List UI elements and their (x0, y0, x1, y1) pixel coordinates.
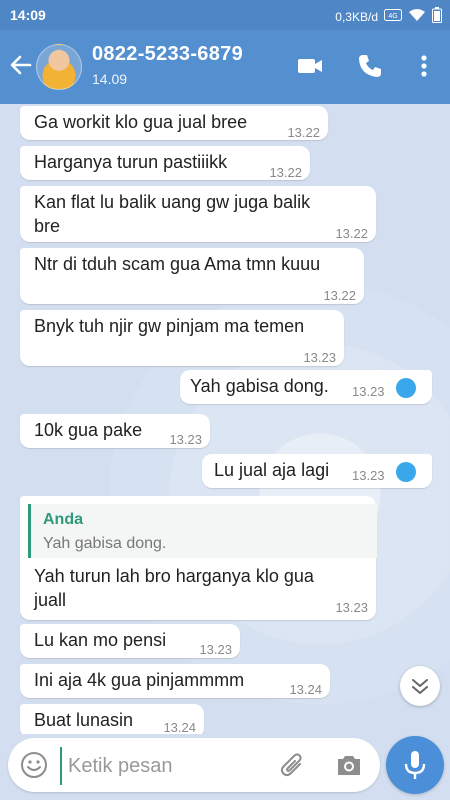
message-bubble[interactable]: Buat lunasin 13.24 (20, 704, 204, 734)
message-bubble[interactable]: Ntr di tduh scam gua Ama tmn kuuu 13.22 (20, 248, 364, 304)
phone-icon[interactable] (356, 52, 384, 80)
camera-icon[interactable] (334, 751, 364, 779)
message-time: 13.23 (352, 468, 385, 483)
status-bar: 14:09 0,3KB/d 4G (0, 0, 450, 30)
message-bubble[interactable]: Harganya turun pastiiikk 13.22 (20, 146, 310, 180)
message-time: 13.24 (289, 682, 322, 697)
battery-icon (432, 7, 442, 26)
scroll-down-button[interactable] (400, 666, 440, 706)
message-bubble[interactable]: Bnyk tuh njir gw pinjam ma temen 13.23 (20, 310, 344, 366)
message-text: Yah gabisa dong. (190, 376, 329, 396)
message-text: Buat lunasin (34, 710, 134, 730)
voice-record-button[interactable] (386, 736, 444, 794)
message-list[interactable]: Ga workit klo gua jual bree 13.22 Hargan… (0, 104, 450, 734)
message-text: Harganya turun pastiiikk (34, 152, 228, 172)
quoted-message[interactable]: Anda Yah gabisa dong. (28, 504, 377, 558)
message-time: 13.22 (323, 288, 356, 303)
microphone-icon (404, 751, 426, 779)
wifi-icon (408, 8, 426, 25)
quoted-text: Yah gabisa dong. (43, 535, 167, 552)
more-vertical-icon[interactable] (410, 52, 438, 80)
message-time: 13.23 (199, 642, 232, 657)
quoted-sender: Anda (43, 511, 83, 528)
message-bubble[interactable]: Ini aja 4k gua pinjammmm 13.24 (20, 664, 330, 698)
status-indicators: 0,3KB/d 4G (335, 7, 442, 26)
message-time: 13.22 (287, 125, 320, 140)
message-time: 13.23 (303, 350, 336, 365)
message-text: juall (34, 590, 67, 610)
message-text: Bnyk tuh njir gw pinjam ma temen (34, 316, 305, 336)
message-text: bre (34, 216, 61, 236)
message-input[interactable] (60, 747, 280, 785)
message-text: Lu jual aja lagi (214, 460, 330, 480)
message-time: 13.23 (169, 432, 202, 447)
video-call-icon[interactable] (296, 52, 324, 80)
contact-avatar[interactable] (36, 44, 82, 90)
message-bubble[interactable]: Kan flat lu balik uang gw juga balik bre… (20, 186, 376, 242)
message-bubble-reply[interactable]: Anda Yah gabisa dong. Yah turun lah bro … (20, 496, 377, 620)
message-time: 13.23 (335, 600, 368, 615)
message-time: 13.22 (335, 226, 368, 241)
read-status-icon (396, 378, 416, 398)
message-text: Lu kan mo pensi (34, 630, 167, 650)
read-status-icon (396, 462, 416, 482)
emoji-icon[interactable] (20, 751, 48, 779)
message-bubble[interactable]: Ga workit klo gua jual bree 13.22 (20, 106, 328, 140)
network-type-icon: 4G (384, 9, 402, 24)
chat-header: 0822-5233-6879 14.09 (0, 30, 450, 104)
attachment-icon[interactable] (278, 750, 308, 780)
network-type-label: 4G (388, 13, 397, 20)
message-text: 10k gua pake (34, 420, 143, 440)
message-bubble[interactable]: Lu kan mo pensi 13.23 (20, 624, 240, 658)
message-text: Ini aja 4k gua pinjammmm (34, 670, 245, 690)
message-text: Ntr di tduh scam gua Ama tmn kuuu (34, 254, 321, 274)
message-composer (8, 738, 380, 792)
message-bubble[interactable]: 10k gua pake 13.23 (20, 414, 210, 448)
message-time: 13.23 (352, 384, 385, 399)
network-speed: 0,3KB/d (335, 9, 378, 24)
message-bubble-sent[interactable]: Lu jual aja lagi 13.23 (202, 454, 432, 488)
message-bubble-sent[interactable]: Yah gabisa dong. 13.23 (180, 370, 432, 404)
message-time: 13.24 (163, 720, 196, 734)
status-time: 14:09 (10, 7, 46, 23)
message-text: Ga workit klo gua jual bree (34, 112, 248, 132)
message-text: Yah turun lah bro harganya klo gua (34, 566, 314, 586)
message-time: 13.22 (269, 165, 302, 180)
back-arrow-icon[interactable] (6, 50, 36, 80)
contact-name[interactable]: 0822-5233-6879 (92, 43, 243, 66)
chevron-down-icon (412, 679, 428, 694)
message-text: Kan flat lu balik uang gw juga balik (34, 192, 311, 212)
last-seen: 14.09 (92, 71, 128, 87)
